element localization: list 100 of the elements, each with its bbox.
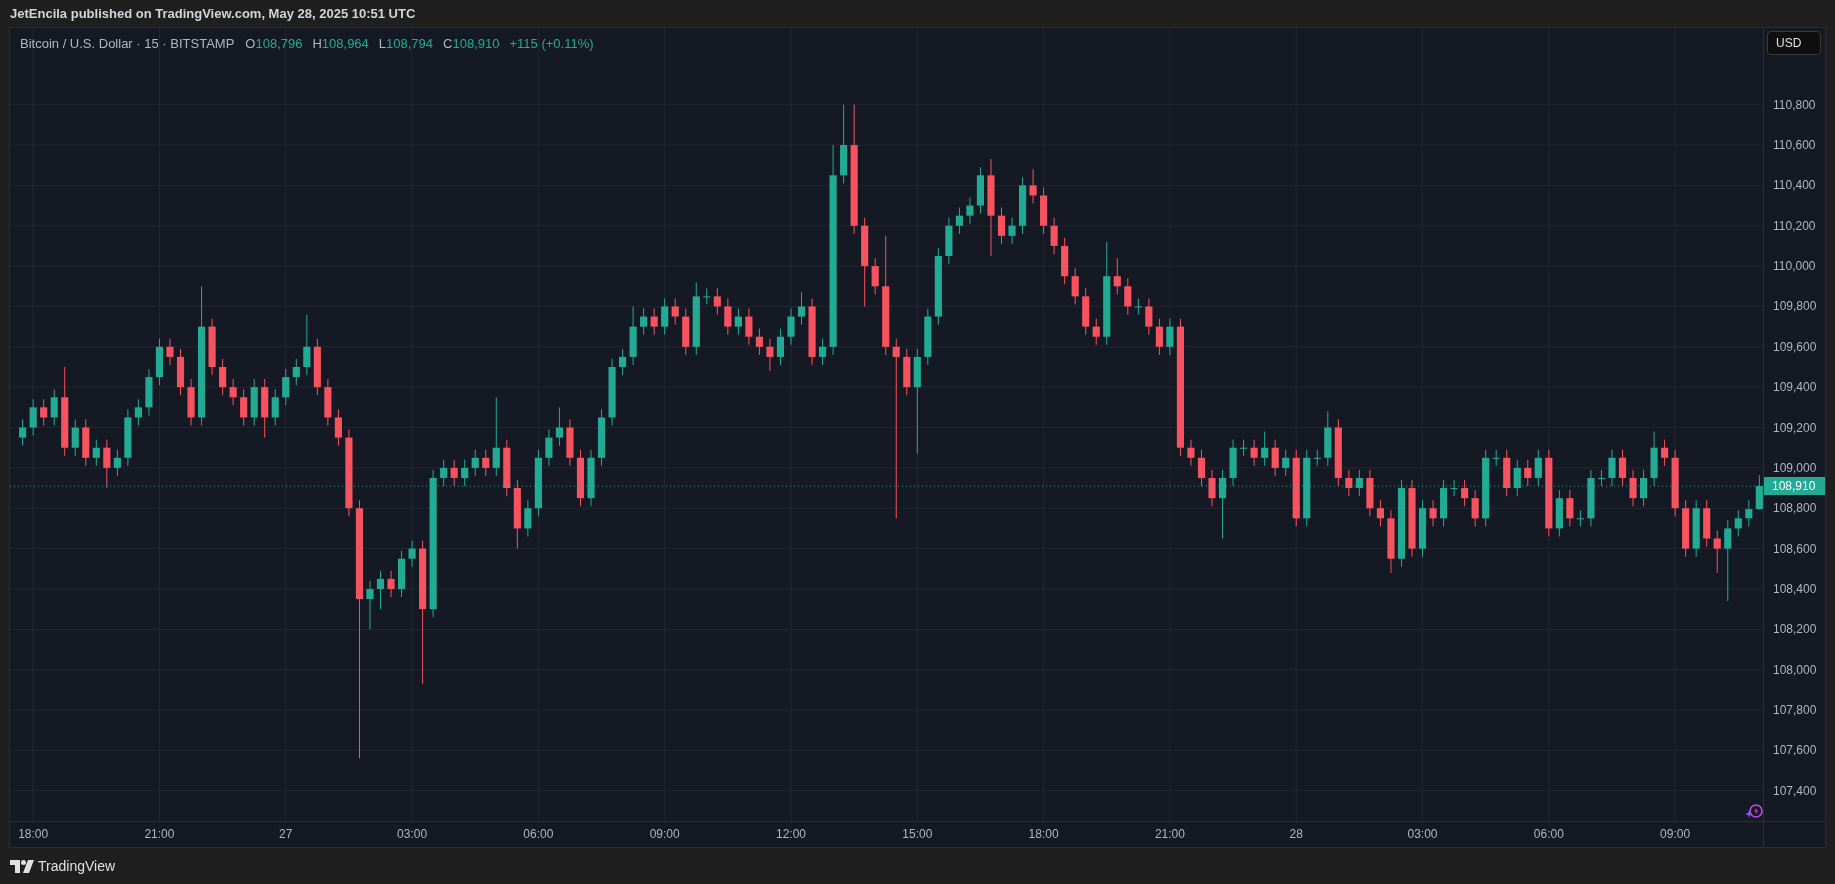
candlestick bbox=[1576, 510, 1584, 527]
candlestick bbox=[1503, 449, 1511, 497]
candlestick bbox=[661, 298, 669, 335]
candlestick bbox=[1324, 411, 1332, 466]
candlestick bbox=[208, 318, 216, 376]
ohlc-value: H108,964 bbox=[312, 35, 369, 53]
candlestick bbox=[945, 217, 953, 265]
candlestick bbox=[1187, 439, 1195, 466]
candlestick bbox=[250, 379, 258, 426]
candlestick bbox=[187, 379, 195, 426]
time-label: 09:00 bbox=[1660, 827, 1691, 841]
candlestick bbox=[324, 379, 332, 426]
candlestick bbox=[1366, 469, 1374, 517]
brand-name[interactable]: TradingView bbox=[38, 855, 116, 877]
candlestick bbox=[555, 407, 563, 446]
price-label: 108,400 bbox=[1773, 581, 1817, 596]
price-label: 109,600 bbox=[1773, 339, 1817, 354]
candlestick bbox=[534, 449, 542, 517]
candlestick bbox=[619, 348, 627, 376]
candlestick bbox=[397, 550, 406, 597]
candlestick bbox=[1555, 490, 1563, 537]
candlestick bbox=[524, 500, 532, 537]
candlestick bbox=[29, 399, 37, 436]
candlestick bbox=[966, 197, 974, 224]
candlestick bbox=[1040, 187, 1048, 234]
candlestick bbox=[1692, 500, 1700, 557]
candlestick bbox=[1134, 298, 1142, 315]
candlestick bbox=[1250, 439, 1258, 466]
candlestick bbox=[955, 207, 963, 234]
candlestick bbox=[1671, 449, 1679, 517]
sparkle-icon[interactable] bbox=[1745, 802, 1763, 820]
candlestick bbox=[1029, 169, 1037, 204]
time-label: 03:00 bbox=[397, 827, 428, 841]
candlestick bbox=[787, 308, 795, 345]
candlestick bbox=[240, 389, 248, 426]
candlestick bbox=[387, 570, 395, 597]
candlestick bbox=[1597, 469, 1606, 487]
candlestick bbox=[587, 449, 595, 507]
candlestick bbox=[1313, 449, 1321, 466]
price-label: 109,200 bbox=[1773, 420, 1817, 435]
candlestick bbox=[1513, 459, 1521, 497]
candlestick bbox=[734, 308, 742, 335]
candlestick bbox=[1608, 449, 1616, 487]
last-price-tag: 108,910 bbox=[1764, 477, 1825, 496]
brand-logo-icon[interactable] bbox=[10, 859, 34, 873]
candlestick bbox=[1208, 469, 1216, 507]
candlestick bbox=[1345, 469, 1353, 497]
candlestick bbox=[366, 580, 374, 630]
candlestick bbox=[471, 449, 479, 476]
candlestick bbox=[334, 409, 342, 446]
time-label: 09:00 bbox=[649, 827, 680, 841]
candlestick bbox=[1334, 419, 1342, 487]
price-label: 110,600 bbox=[1773, 138, 1816, 153]
price-label: 107,400 bbox=[1773, 783, 1817, 798]
candlestick bbox=[503, 439, 511, 497]
candlestick bbox=[1418, 500, 1427, 557]
candlestick bbox=[1629, 469, 1637, 507]
candlestick bbox=[1008, 217, 1016, 244]
ohlc-value: L108,794 bbox=[378, 35, 434, 53]
candlestick bbox=[1197, 449, 1206, 487]
time-label: 18:00 bbox=[1028, 827, 1059, 841]
candlestick bbox=[113, 449, 121, 476]
candlestick bbox=[1092, 318, 1100, 345]
price-label: 107,800 bbox=[1773, 703, 1817, 717]
time-label: 15:00 bbox=[902, 827, 933, 841]
candlestick bbox=[1618, 449, 1627, 487]
candlestick bbox=[303, 314, 311, 376]
candlestick bbox=[376, 570, 385, 610]
candlestick bbox=[1018, 177, 1027, 234]
candlestick bbox=[545, 429, 553, 466]
candlestick bbox=[650, 308, 658, 335]
candlestick bbox=[1240, 439, 1248, 456]
candlestick bbox=[1745, 500, 1753, 527]
candlestick bbox=[1218, 469, 1227, 539]
currency-button[interactable]: USD bbox=[1767, 31, 1821, 55]
candlestick bbox=[145, 369, 153, 416]
price-label: 107,600 bbox=[1773, 743, 1817, 758]
candlestick bbox=[1387, 510, 1395, 573]
candlestick bbox=[1429, 500, 1437, 527]
candlestick bbox=[766, 338, 774, 372]
price-label: 110,400 bbox=[1773, 178, 1816, 193]
ohlc-value: O108,796 bbox=[245, 35, 303, 53]
candlestick bbox=[261, 379, 269, 438]
candlestick bbox=[219, 358, 227, 396]
candlestick bbox=[682, 308, 690, 355]
candlestick bbox=[1355, 469, 1363, 497]
candlestick bbox=[924, 308, 932, 365]
price-label: 108,800 bbox=[1773, 501, 1817, 516]
candlestick bbox=[1703, 500, 1711, 547]
candlestick bbox=[134, 399, 142, 426]
candlestick bbox=[608, 358, 616, 426]
candlestick bbox=[1071, 268, 1079, 305]
candlestick bbox=[671, 298, 679, 325]
candlestick bbox=[408, 540, 416, 567]
candlestick bbox=[440, 459, 448, 487]
candlestick bbox=[1376, 500, 1384, 527]
candlestick bbox=[1734, 510, 1742, 537]
time-label: 18:00 bbox=[18, 827, 49, 841]
candlestick bbox=[576, 449, 585, 507]
candlestick bbox=[1271, 439, 1279, 476]
